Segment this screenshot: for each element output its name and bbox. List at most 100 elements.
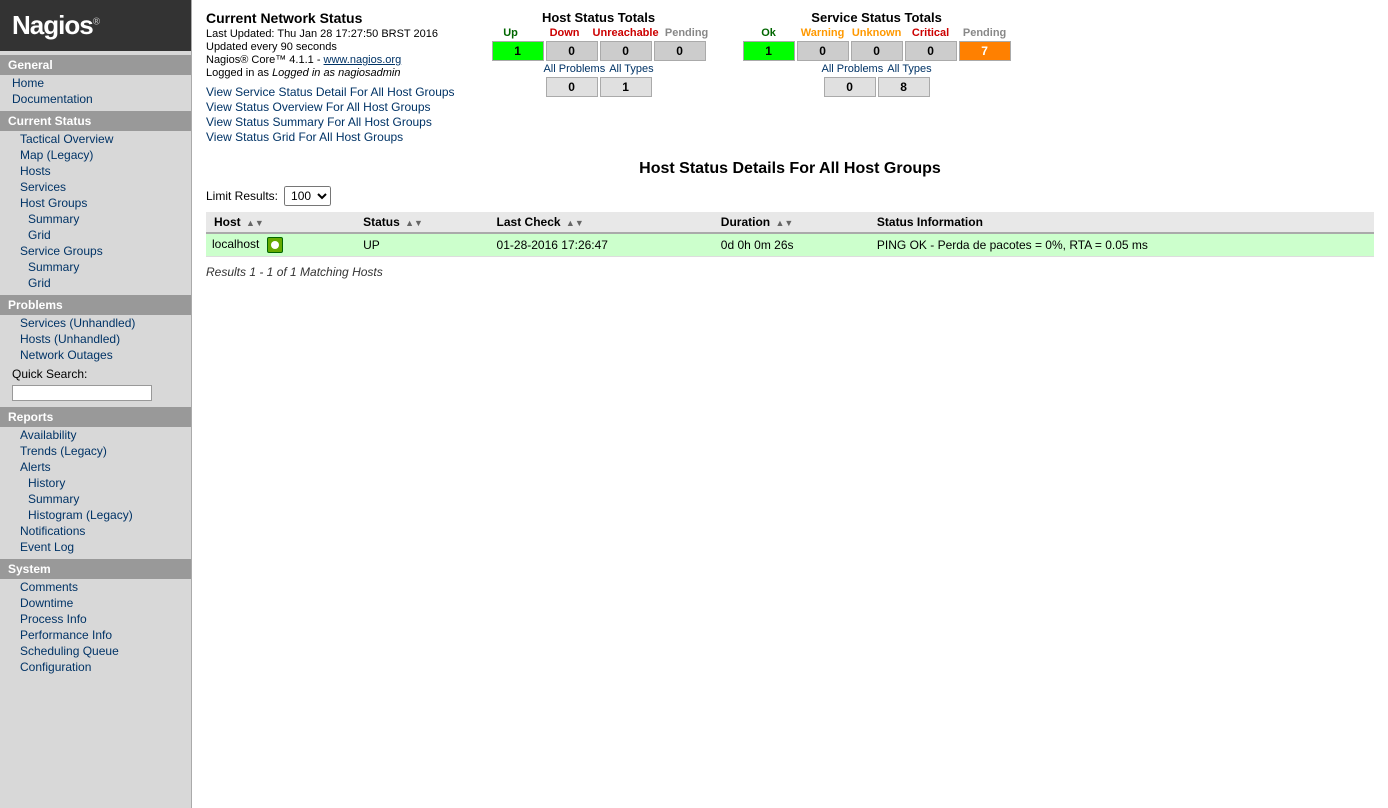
service-header-ok: Ok bbox=[743, 27, 795, 39]
sidebar-link-notifications[interactable]: Notifications bbox=[0, 523, 191, 539]
col-status-info: Status Information bbox=[869, 212, 1374, 233]
limit-select[interactable]: 100 50 25 All bbox=[284, 186, 331, 206]
last-updated: Last Updated: Thu Jan 28 17:27:50 BRST 2… bbox=[206, 28, 455, 40]
sidebar-link-home[interactable]: Home bbox=[0, 75, 191, 91]
service-header-unknown: Unknown bbox=[851, 27, 903, 39]
quick-search-input[interactable] bbox=[12, 385, 152, 401]
service-header-pending: Pending bbox=[959, 27, 1011, 39]
sidebar-link-alerts-histogram[interactable]: Histogram (Legacy) bbox=[0, 507, 191, 523]
sidebar-link-alerts-summary[interactable]: Summary bbox=[0, 491, 191, 507]
sidebar-link-alerts-history[interactable]: History bbox=[0, 475, 191, 491]
col-duration[interactable]: Duration ▲▼ bbox=[713, 212, 869, 233]
service-all-types-link[interactable]: All Types bbox=[887, 63, 931, 75]
sidebar-link-service-groups-grid[interactable]: Grid bbox=[0, 275, 191, 291]
view-links: View Service Status Detail For All Host … bbox=[206, 85, 455, 144]
host-sort-icon[interactable]: ▲▼ bbox=[246, 218, 264, 228]
sidebar-link-host-groups[interactable]: Host Groups bbox=[0, 195, 191, 211]
service-totals-sub-row: 0 8 bbox=[743, 77, 1011, 97]
status-sort-icon[interactable]: ▲▼ bbox=[405, 218, 423, 228]
host-status-totals-title: Host Status Totals bbox=[485, 10, 713, 25]
host-table-header-row: Host ▲▼ Status ▲▼ Last Check ▲▼ Duration… bbox=[206, 212, 1374, 233]
view-status-overview[interactable]: View Status Overview For All Host Groups bbox=[206, 100, 455, 114]
host-status-icon bbox=[267, 237, 283, 253]
host-value-unreachable[interactable]: 0 bbox=[600, 41, 652, 61]
sidebar-link-problems-hosts[interactable]: Hosts (Unhandled) bbox=[0, 331, 191, 347]
last-check-sort-icon[interactable]: ▲▼ bbox=[566, 218, 584, 228]
problems-hosts-unhandled: Unhandled bbox=[58, 332, 116, 346]
host-header-down: Down bbox=[539, 27, 591, 39]
host-header-up: Up bbox=[485, 27, 537, 39]
service-totals-links-row: All Problems All Types bbox=[743, 63, 1011, 75]
page-title: Host Status Details For All Host Groups bbox=[206, 160, 1374, 178]
service-value-pending[interactable]: 7 bbox=[959, 41, 1011, 61]
host-table-body: localhost UP 01-28-2016 17:26:47 0d 0h 0… bbox=[206, 233, 1374, 257]
sidebar-link-availability[interactable]: Availability bbox=[0, 427, 191, 443]
sidebar-link-service-groups-summary[interactable]: Summary bbox=[0, 259, 191, 275]
nagios-org-link[interactable]: www.nagios.org bbox=[324, 54, 402, 66]
host-sub-value-1[interactable]: 1 bbox=[600, 77, 652, 97]
sidebar-link-host-groups-grid[interactable]: Grid bbox=[0, 227, 191, 243]
duration-cell: 0d 0h 0m 26s bbox=[713, 233, 869, 257]
table-row: localhost UP 01-28-2016 17:26:47 0d 0h 0… bbox=[206, 233, 1374, 257]
host-header-unreachable: Unreachable bbox=[593, 27, 659, 39]
update-interval: Updated every 90 seconds bbox=[206, 41, 455, 53]
logged-in-info: Logged in as Logged in as nagiosadmin bbox=[206, 67, 455, 79]
sidebar-link-documentation[interactable]: Documentation bbox=[0, 91, 191, 107]
host-table-header: Host ▲▼ Status ▲▼ Last Check ▲▼ Duration… bbox=[206, 212, 1374, 233]
service-value-warning[interactable]: 0 bbox=[797, 41, 849, 61]
view-status-grid[interactable]: View Status Grid For All Host Groups bbox=[206, 130, 455, 144]
sidebar-link-configuration[interactable]: Configuration bbox=[0, 659, 191, 675]
sidebar-link-scheduling-queue[interactable]: Scheduling Queue bbox=[0, 643, 191, 659]
host-sub-value-0[interactable]: 0 bbox=[546, 77, 598, 97]
sidebar-link-service-groups[interactable]: Service Groups bbox=[0, 243, 191, 259]
host-value-down[interactable]: 0 bbox=[546, 41, 598, 61]
view-service-status-detail[interactable]: View Service Status Detail For All Host … bbox=[206, 85, 455, 99]
service-all-problems-link[interactable]: All Problems bbox=[821, 63, 883, 75]
service-value-unknown[interactable]: 0 bbox=[851, 41, 903, 61]
sidebar-link-map-legacy[interactable]: Map (Legacy) bbox=[0, 147, 191, 163]
section-system: System bbox=[0, 559, 191, 579]
host-cell[interactable]: localhost bbox=[206, 233, 355, 257]
section-general: General bbox=[0, 55, 191, 75]
sidebar-link-network-outages[interactable]: Network Outages bbox=[0, 347, 191, 363]
service-value-critical[interactable]: 0 bbox=[905, 41, 957, 61]
host-value-up[interactable]: 1 bbox=[492, 41, 544, 61]
limit-label: Limit Results: bbox=[206, 189, 278, 203]
main-header: Current Network Status Last Updated: Thu… bbox=[206, 10, 1374, 150]
col-host[interactable]: Host ▲▼ bbox=[206, 212, 355, 233]
sidebar-link-tactical-overview[interactable]: Tactical Overview bbox=[0, 131, 191, 147]
service-value-ok[interactable]: 1 bbox=[743, 41, 795, 61]
host-totals-links-row: All Problems All Types bbox=[485, 63, 713, 75]
col-status[interactable]: Status ▲▼ bbox=[355, 212, 488, 233]
section-reports: Reports bbox=[0, 407, 191, 427]
host-totals-value-row: 1 0 0 0 bbox=[485, 41, 713, 61]
service-sub-value-1[interactable]: 8 bbox=[878, 77, 930, 97]
logo-area: Nagios® bbox=[0, 0, 191, 51]
results-text: Results 1 - 1 of 1 Matching Hosts bbox=[206, 265, 1374, 279]
sidebar-link-problems-services[interactable]: Services (Unhandled) bbox=[0, 315, 191, 331]
sidebar-link-alerts[interactable]: Alerts bbox=[0, 459, 191, 475]
sidebar-link-event-log[interactable]: Event Log bbox=[0, 539, 191, 555]
host-all-problems-link[interactable]: All Problems bbox=[543, 63, 605, 75]
sidebar-link-downtime[interactable]: Downtime bbox=[0, 595, 191, 611]
host-all-types-link[interactable]: All Types bbox=[609, 63, 653, 75]
main-content: Current Network Status Last Updated: Thu… bbox=[192, 0, 1388, 808]
sidebar-link-host-groups-summary[interactable]: Summary bbox=[0, 211, 191, 227]
problems-services-unhandled: Unhandled bbox=[73, 316, 131, 330]
sidebar-link-services[interactable]: Services bbox=[0, 179, 191, 195]
sidebar-link-comments[interactable]: Comments bbox=[0, 579, 191, 595]
sidebar-link-hosts[interactable]: Hosts bbox=[0, 163, 191, 179]
section-current-status: Current Status bbox=[0, 111, 191, 131]
view-status-summary[interactable]: View Status Summary For All Host Groups bbox=[206, 115, 455, 129]
network-status-title: Current Network Status bbox=[206, 10, 455, 26]
network-status-block: Current Network Status Last Updated: Thu… bbox=[206, 10, 455, 150]
service-sub-value-0[interactable]: 0 bbox=[824, 77, 876, 97]
status-info-cell: PING OK - Perda de pacotes = 0%, RTA = 0… bbox=[869, 233, 1374, 257]
duration-sort-icon[interactable]: ▲▼ bbox=[775, 218, 793, 228]
sidebar-link-process-info[interactable]: Process Info bbox=[0, 611, 191, 627]
host-value-pending[interactable]: 0 bbox=[654, 41, 706, 61]
sidebar-link-trends-legacy[interactable]: Trends (Legacy) bbox=[0, 443, 191, 459]
sidebar-link-performance-info[interactable]: Performance Info bbox=[0, 627, 191, 643]
col-last-check[interactable]: Last Check ▲▼ bbox=[489, 212, 713, 233]
host-status-totals: Host Status Totals Up Down Unreachable P… bbox=[485, 10, 713, 150]
